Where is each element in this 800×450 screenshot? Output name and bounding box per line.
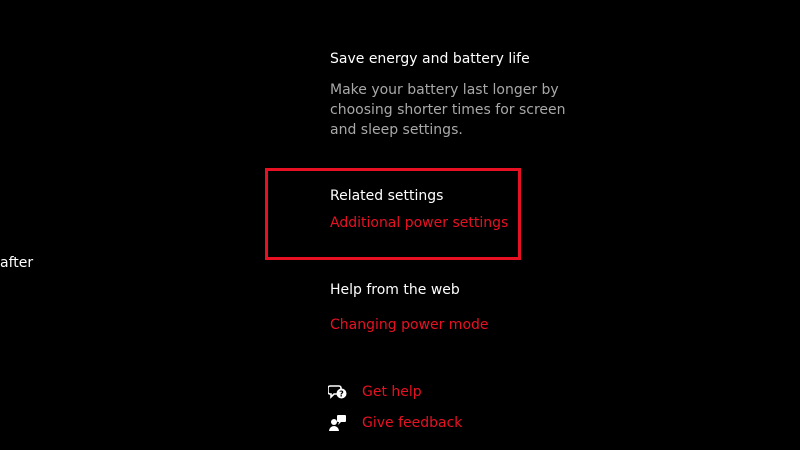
- changing-power-mode-link[interactable]: Changing power mode: [330, 317, 489, 333]
- save-energy-title: Save energy and battery life: [330, 51, 530, 67]
- save-energy-description: Make your battery last longer by choosin…: [330, 82, 566, 138]
- feedback-person-icon: [328, 413, 348, 433]
- related-settings-title: Related settings: [330, 188, 444, 204]
- highlight-annotation-box: [265, 168, 521, 260]
- svg-text:?: ?: [339, 390, 344, 399]
- help-from-web-title: Help from the web: [330, 282, 460, 298]
- help-chat-icon: ?: [328, 382, 348, 402]
- give-feedback-button[interactable]: Give feedback: [328, 413, 462, 433]
- give-feedback-label: Give feedback: [362, 415, 463, 431]
- get-help-label: Get help: [362, 384, 422, 400]
- get-help-button[interactable]: ? Get help: [328, 382, 422, 402]
- additional-power-settings-link[interactable]: Additional power settings: [330, 215, 508, 231]
- clipped-left-pane-text: after: [0, 255, 34, 271]
